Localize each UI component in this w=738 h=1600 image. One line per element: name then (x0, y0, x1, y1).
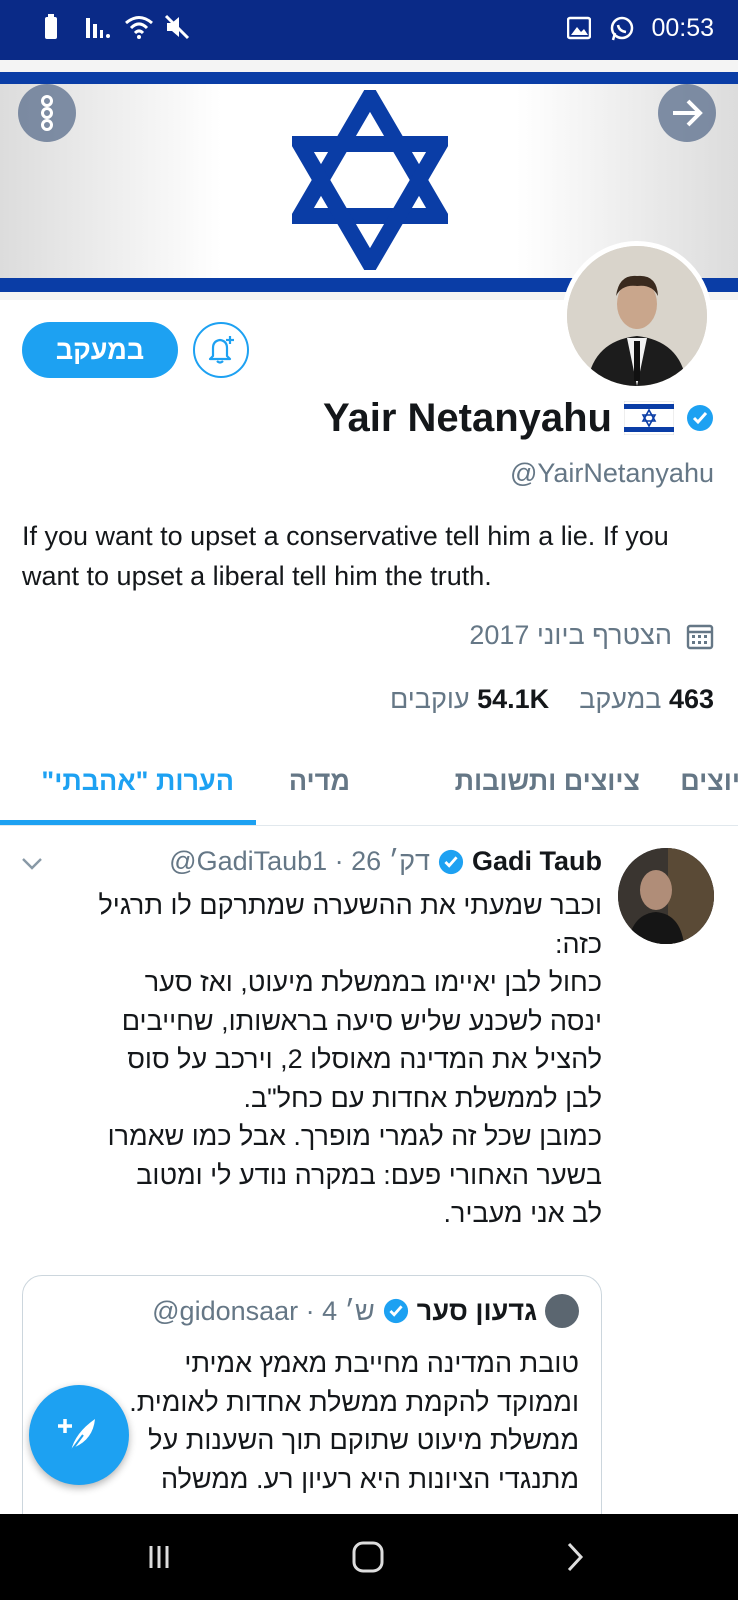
join-date: הצטרף ביוני 2017 (469, 620, 714, 651)
tweet-avatar-image (618, 848, 714, 944)
battery-icon (44, 14, 70, 40)
verified-badge-icon (438, 849, 464, 874)
quoted-author-name: גדעון סער (416, 1295, 537, 1326)
signal-icon (84, 14, 110, 40)
following-label: במעקב (579, 684, 662, 714)
verified-badge-icon (383, 1298, 408, 1324)
tweet-author-name[interactable]: Gadi Taub (472, 846, 602, 877)
mute-icon (164, 14, 190, 40)
gallery-icon (567, 16, 593, 42)
more-vertical-icon (41, 95, 53, 131)
calendar-icon (686, 624, 714, 649)
back-icon (567, 1542, 584, 1572)
tab-tweets-replies[interactable]: ציוצים ותשובות (455, 766, 640, 797)
following-count: 463 (668, 684, 714, 714)
arrow-right-icon (673, 99, 703, 127)
quoted-author-avatar (545, 1294, 579, 1328)
compose-tweet-button[interactable] (29, 1385, 129, 1485)
profile-stats: 463 במעקב 54.1K עוקבים (390, 684, 714, 715)
tab-likes[interactable]: הערות "אהבתי" (41, 766, 234, 797)
profile-name-row: Yair Netanyahu (323, 392, 714, 444)
more-menu-button[interactable] (18, 84, 76, 142)
compose-tweet-icon (58, 1419, 95, 1452)
bell-plus-icon (208, 336, 234, 364)
tab-tweets[interactable]: יוצים (680, 766, 738, 797)
avatar-image (567, 246, 707, 386)
profile-tabs: יוצים ציוצים ותשובות מדיה הערות "אהבתי" (0, 740, 738, 826)
tweet-text: וכבר שמעתי את ההשערה שמתרקם לו תרגיל כזה… (98, 890, 603, 1228)
home-icon (352, 1541, 384, 1573)
status-time: 00:53 (651, 14, 714, 42)
status-bar: 00:53 (0, 0, 738, 60)
notifications-button[interactable] (193, 322, 249, 378)
tweet-handle-time: @GadiTaub1 · 26 דק׳ (169, 846, 430, 876)
forward-button[interactable] (658, 84, 716, 142)
profile-avatar[interactable] (562, 241, 712, 391)
quoted-tweet-header: גדעון סער @gidonsaar · 4 ש׳ (152, 1294, 579, 1328)
recent-apps-icon (149, 1546, 169, 1568)
following-button[interactable]: במעקב (22, 322, 178, 378)
system-nav-bar (0, 1514, 738, 1600)
recent-apps-button[interactable] (134, 1534, 184, 1580)
flag-stripe-top (0, 72, 738, 84)
wifi-icon (124, 14, 153, 40)
quoted-handle-time: @gidonsaar · 4 ש׳ (152, 1295, 375, 1326)
profile-handle: @YairNetanyahu (509, 458, 714, 488)
whatsapp-icon (609, 16, 635, 42)
followers-label: עוקבים (390, 684, 470, 714)
back-button[interactable] (550, 1534, 600, 1580)
following-stat[interactable]: 463 במעקב (579, 684, 714, 715)
followers-stat[interactable]: 54.1K עוקבים (390, 684, 549, 715)
active-tab-indicator (0, 820, 256, 825)
israel-flag-icon (624, 401, 674, 435)
star-of-david-icon (292, 90, 448, 270)
chevron-down-icon[interactable] (20, 856, 44, 872)
verified-badge-icon (687, 405, 713, 431)
tweet-header: Gadi Taub @GadiTaub1 · 26 דק׳ (169, 846, 602, 877)
followers-count: 54.1K (477, 684, 550, 714)
join-date-text: הצטרף ביוני 2017 (469, 620, 672, 650)
profile-name: Yair Netanyahu (322, 395, 612, 440)
tab-media[interactable]: מדיה (289, 766, 350, 797)
profile-bio: If you want to upset a conservative tell… (22, 521, 669, 591)
home-button[interactable] (343, 1534, 393, 1580)
tweet-author-avatar[interactable] (618, 848, 714, 944)
